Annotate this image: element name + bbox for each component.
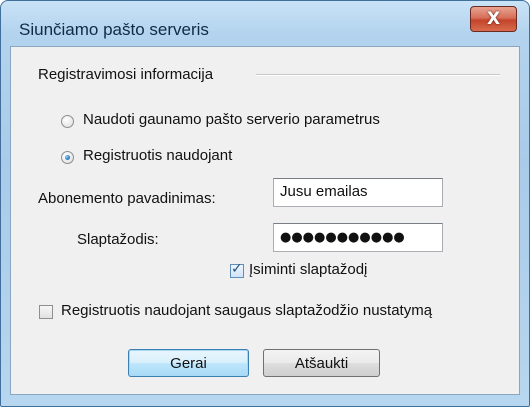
checkmark-icon: ✓ — [231, 261, 243, 277]
ok-button[interactable]: Gerai — [128, 349, 249, 377]
cancel-button[interactable]: Atšaukti — [263, 349, 380, 377]
secure-password-auth-checkbox[interactable] — [39, 305, 53, 319]
radio-use-incoming-settings[interactable] — [61, 115, 74, 128]
group-divider — [256, 74, 500, 76]
remember-password-checkbox[interactable]: ✓ — [230, 261, 244, 278]
remember-password-label[interactable]: Įsiminti slaptažodį — [249, 261, 367, 278]
close-icon: X — [486, 9, 501, 29]
radio-log-on-using-label[interactable]: Registruotis naudojant — [83, 147, 232, 164]
dialog-body — [10, 46, 520, 395]
dialog-window: Siunčiamo pašto serveris X Registravimos… — [0, 0, 530, 407]
account-name-input[interactable]: Jusu emailas — [273, 178, 443, 207]
window-title: Siunčiamo pašto serveris — [19, 20, 209, 39]
radio-use-incoming-settings-label[interactable]: Naudoti gaunamo pašto serverio parametru… — [83, 111, 380, 128]
secure-password-auth-label[interactable]: Registruotis naudojant saugaus slaptažod… — [61, 302, 432, 319]
password-label: Slaptažodis: — [77, 231, 159, 248]
group-label: Registravimosi informacija — [38, 66, 214, 83]
title-bar[interactable]: Siunčiamo pašto serveris X — [1, 1, 529, 45]
password-input[interactable]: ●●●●●●●●●●● — [273, 223, 443, 252]
close-button[interactable]: X — [470, 6, 517, 32]
account-name-label: Abonemento pavadinimas: — [38, 190, 216, 207]
radio-log-on-using[interactable] — [61, 151, 74, 164]
